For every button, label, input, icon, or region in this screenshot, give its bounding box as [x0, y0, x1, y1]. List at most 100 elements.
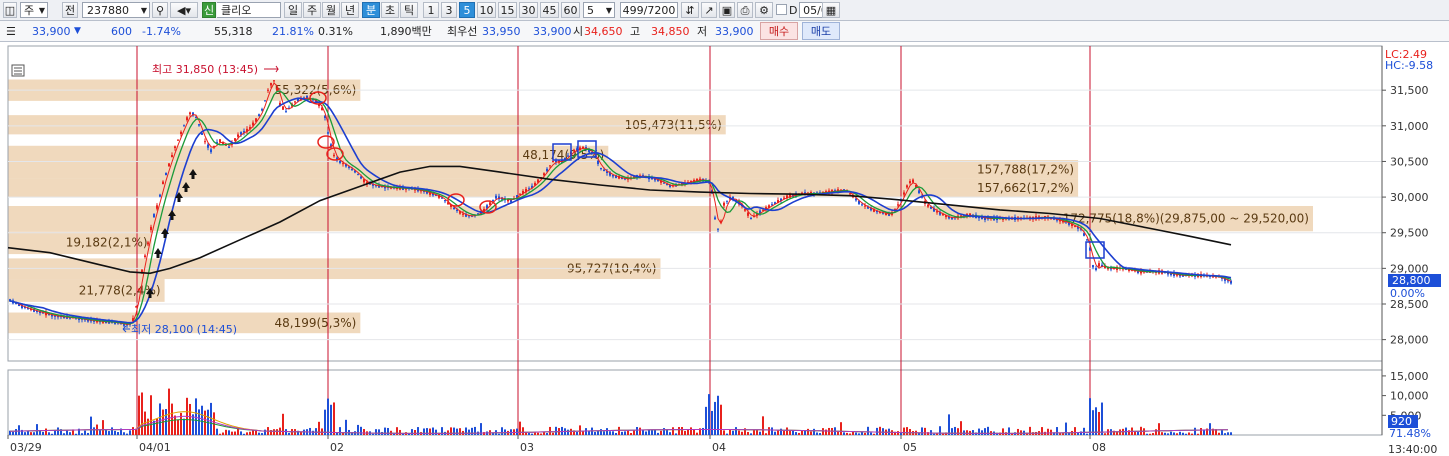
candle-body	[351, 168, 353, 170]
minute-45-button[interactable]: 45	[540, 2, 559, 18]
unit-select[interactable]: 5 ▼	[583, 2, 615, 18]
stock-code-input[interactable]: 237880 ▼	[82, 2, 150, 18]
volume-bar	[45, 428, 47, 435]
volume-bar	[1095, 407, 1097, 435]
minute-60-button[interactable]: 60	[561, 2, 580, 18]
y-tick-label: 28,000	[1390, 334, 1429, 347]
volume-bar	[519, 421, 521, 435]
volume-bar	[939, 426, 941, 435]
candle-body	[177, 139, 179, 141]
volume-bar	[54, 430, 56, 435]
calendar-icon[interactable]: ▦	[822, 2, 840, 18]
period-week-button[interactable]: 주	[303, 2, 321, 18]
minute-30-button[interactable]: 30	[519, 2, 538, 18]
volume-bar	[846, 432, 848, 435]
volume-bar	[750, 433, 752, 435]
volume-bar	[27, 431, 29, 435]
volume-bar	[1221, 430, 1223, 435]
volume-bar	[561, 426, 563, 435]
period-day-button[interactable]: 일	[284, 2, 302, 18]
volume-bar	[903, 427, 905, 435]
volume-bar	[813, 428, 815, 435]
volume-bar	[1194, 427, 1196, 435]
print-icon[interactable]: ⎙	[737, 2, 753, 18]
volume-bar	[909, 429, 911, 435]
profile-label: 21,778(2,4%)	[79, 283, 161, 297]
volume-bar	[711, 410, 713, 435]
minute-3-button[interactable]: 3	[441, 2, 457, 18]
volume-bar	[597, 430, 599, 435]
profile-label: 48,199(5,3%)	[275, 316, 357, 330]
minute-1-button[interactable]: 1	[423, 2, 439, 18]
time-label: 13:40:00	[1388, 443, 1437, 456]
count-input[interactable]: 499/7200	[620, 2, 678, 18]
candle-body	[750, 217, 752, 219]
period-year-button[interactable]: 년	[341, 2, 359, 18]
candle-body	[237, 134, 239, 137]
y-tick-label: 30,500	[1390, 155, 1429, 168]
volume-bar	[741, 431, 743, 435]
volume-bar	[387, 427, 389, 435]
settings-gear-icon[interactable]: ⚙	[755, 2, 773, 18]
volume-bar	[1047, 428, 1049, 435]
volume-bar	[36, 424, 38, 435]
candle-body	[927, 204, 929, 207]
buy-button[interactable]: 매수	[760, 22, 798, 40]
search-icon[interactable]: ⚲	[152, 2, 168, 18]
minute-10-button[interactable]: 10	[477, 2, 496, 18]
volume-bar	[1173, 432, 1175, 435]
volume-bar	[693, 429, 695, 435]
volume-bar	[687, 429, 689, 435]
sound-icon[interactable]: ◀▾	[170, 2, 198, 18]
volume-bar	[30, 432, 32, 435]
volume-bar	[672, 427, 674, 435]
volume-bar	[684, 431, 686, 435]
market-select[interactable]: 주 ▼	[20, 2, 48, 18]
volume-bar	[756, 430, 758, 435]
volume-bar	[63, 433, 65, 435]
draw-line-icon[interactable]: ↗	[701, 2, 717, 18]
volume-bar	[1164, 432, 1166, 435]
sell-button[interactable]: 매도	[802, 22, 840, 40]
volume-bar	[138, 395, 140, 435]
volume-bar	[168, 388, 170, 435]
volume-bar	[273, 429, 275, 435]
d-checkbox[interactable]	[776, 4, 787, 15]
period-second-button[interactable]: 초	[381, 2, 399, 18]
chart-menu-icon[interactable]: ◫	[3, 2, 17, 18]
volume-bar	[615, 432, 617, 435]
candle-body	[495, 195, 497, 199]
candle-body	[228, 146, 230, 148]
volume-bar	[627, 430, 629, 435]
volume-bar	[546, 433, 548, 435]
volume-tick-label: 10,000	[1390, 390, 1429, 403]
period-minute-button[interactable]: 분	[362, 2, 380, 18]
volume-bar	[465, 427, 467, 435]
volume-bar	[141, 392, 143, 435]
volume-bar	[414, 430, 416, 435]
period-tick-button[interactable]: 틱	[400, 2, 418, 18]
save-icon[interactable]: ▣	[719, 2, 735, 18]
chart-toolbar: ◫ 주 ▼ 전 237880 ▼ ⚲ ◀▾ 신 클리오 일 주 월 년 분 초 틱 …	[0, 0, 1449, 21]
volume-bar	[1188, 432, 1190, 435]
volume-bar	[579, 425, 581, 435]
volume-bar	[1002, 428, 1004, 435]
candle-body	[261, 109, 263, 111]
candle-body	[204, 141, 206, 143]
minute-15-button[interactable]: 15	[498, 2, 517, 18]
minute-5-button[interactable]: 5	[459, 2, 475, 18]
volume-bar	[648, 429, 650, 435]
volume-bar	[384, 427, 386, 435]
volume-bar	[966, 430, 968, 435]
candle-body	[198, 124, 200, 126]
volume-bar	[309, 427, 311, 435]
code-prefix-button[interactable]: 전	[62, 2, 78, 18]
volume-bar	[69, 432, 71, 435]
candle-body	[153, 214, 155, 218]
period-month-button[interactable]: 월	[322, 2, 340, 18]
zoom-icon[interactable]: ⇵	[681, 2, 699, 18]
volume-bar	[606, 428, 608, 435]
volume-bar	[204, 410, 206, 435]
volume-bar	[522, 427, 524, 435]
candle-body	[270, 83, 272, 86]
